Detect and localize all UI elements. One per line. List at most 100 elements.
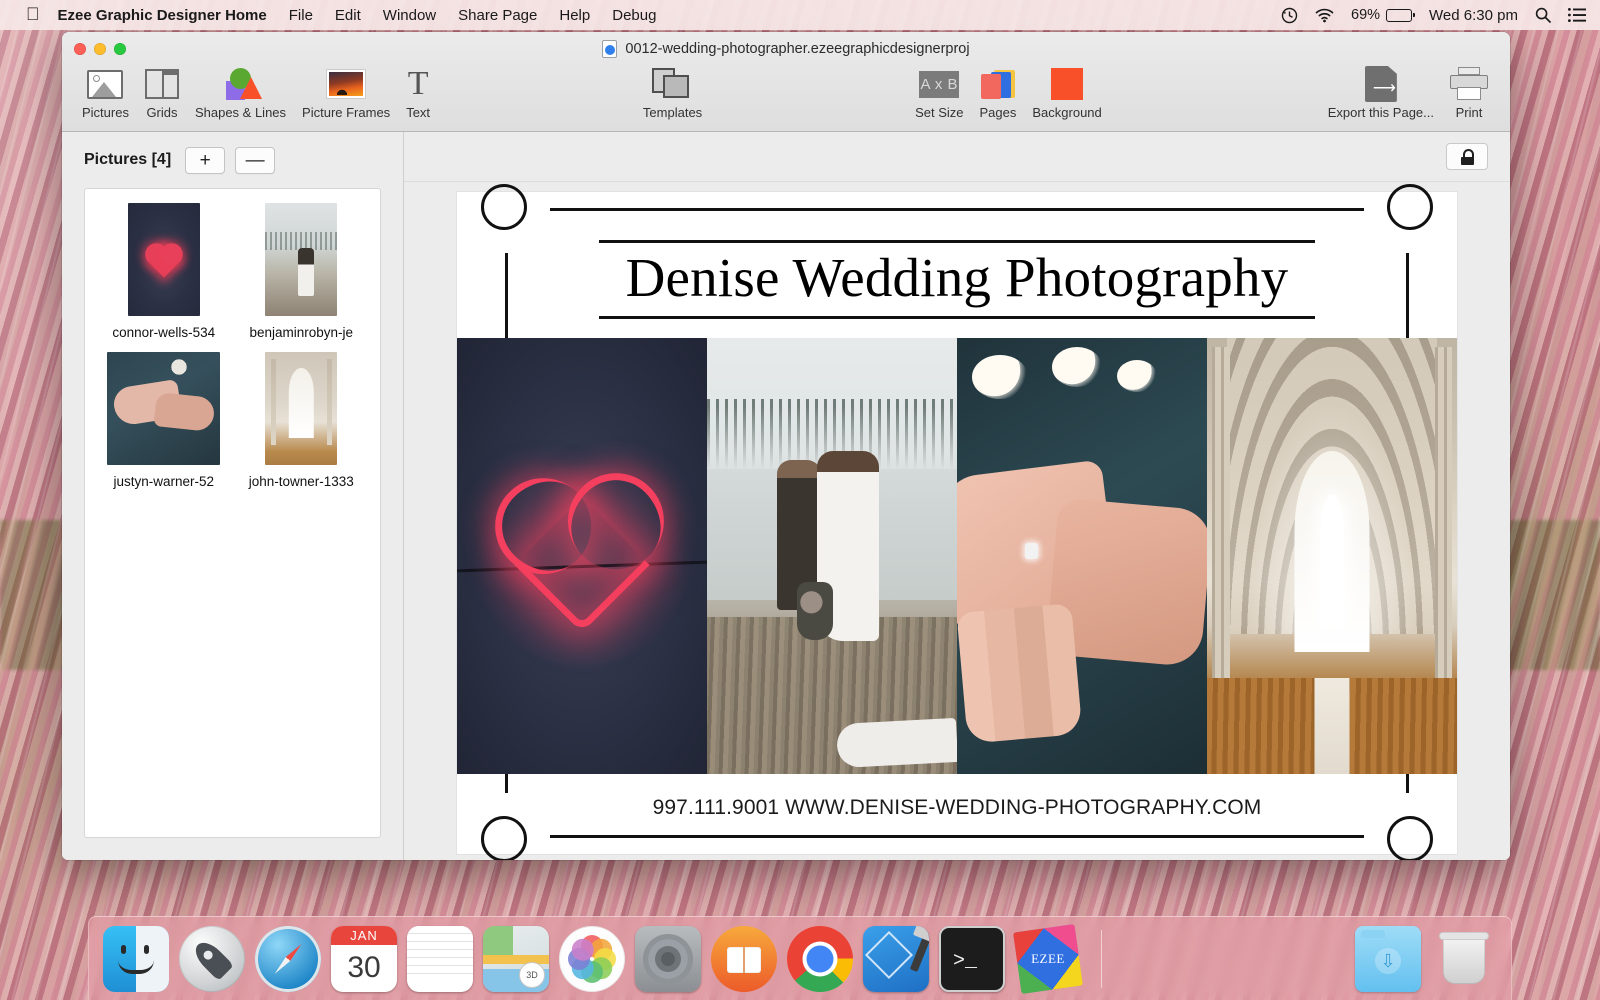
list-item[interactable]: john-towner-1333 (233, 352, 371, 489)
toolbar-button-picture-frames[interactable]: Picture Frames (294, 66, 398, 120)
toolbar-label-pages: Pages (980, 105, 1017, 120)
toolbar-label-pictures: Pictures (82, 105, 129, 120)
dock-item-system-preferences[interactable] (635, 926, 701, 992)
battery-status[interactable]: 69% (1351, 7, 1412, 23)
menu-item-file[interactable]: File (289, 7, 313, 24)
toolbar-label-shapes-lines: Shapes & Lines (195, 105, 286, 120)
toolbar-button-templates[interactable]: Templates (635, 66, 710, 120)
list-item[interactable]: connor-wells-534 (95, 203, 233, 340)
lakeside-couple-kissing-photo[interactable] (707, 338, 957, 774)
design-page[interactable]: Denise Wedding Photography (457, 192, 1457, 854)
menu-bar:  Ezee Graphic Designer Home File Edit W… (0, 0, 1600, 30)
set-size-glyph-label: A x B (919, 71, 959, 98)
window-toolbar: 0012-wedding-photographer.ezeegraphicdes… (62, 32, 1510, 132)
ezee-badge-label: EZEE (1026, 937, 1070, 981)
window-title-text: 0012-wedding-photographer.ezeegraphicdes… (625, 41, 969, 57)
neon-heart-photo[interactable] (457, 338, 707, 774)
text-icon: T (408, 66, 429, 102)
export-page-icon: ⟶ (1365, 66, 1397, 102)
battery-icon (1386, 9, 1412, 22)
canvas-area: Denise Wedding Photography (404, 132, 1510, 860)
toolbar-label-templates: Templates (643, 105, 702, 120)
toolbar-button-pictures[interactable]: Pictures (74, 66, 137, 120)
menubar-app-name[interactable]: Ezee Graphic Designer Home (58, 7, 267, 24)
calendar-month-label: JAN (331, 926, 397, 946)
add-picture-button[interactable]: + (185, 147, 225, 174)
ring-on-finger-photo[interactable] (957, 338, 1207, 774)
toolbar-label-print: Print (1456, 105, 1483, 120)
toolbar-button-print[interactable]: Print (1442, 66, 1496, 120)
dock-item-trash[interactable] (1431, 926, 1497, 992)
dock-item-launchpad[interactable] (179, 926, 245, 992)
dock-item-safari[interactable] (255, 926, 321, 992)
document-icon (602, 40, 617, 58)
background-icon (1051, 66, 1083, 102)
apple-icon[interactable]:  (26, 4, 40, 25)
toolbar-button-shapes-lines[interactable]: Shapes & Lines (187, 66, 294, 120)
title-rule-bottom (599, 316, 1315, 319)
maps-3d-badge: 3D (519, 962, 545, 988)
shapes-lines-icon (220, 66, 262, 102)
menu-item-edit[interactable]: Edit (335, 7, 361, 24)
menu-item-window[interactable]: Window (383, 7, 436, 24)
dock-item-ibooks[interactable] (711, 926, 777, 992)
dock-item-notes[interactable] (407, 926, 473, 992)
grids-icon (145, 66, 179, 102)
lake-couple-thumb (265, 203, 337, 316)
picture-name: john-towner-1333 (233, 474, 371, 489)
page-footer-contact[interactable]: 997.111.9001 WWW.DENISE-WEDDING-PHOTOGRA… (457, 796, 1457, 820)
battery-percent-label: 69% (1351, 7, 1380, 23)
time-machine-icon[interactable] (1281, 7, 1298, 24)
dock-item-photos[interactable] (559, 926, 625, 992)
dock-item-xcode[interactable] (863, 926, 929, 992)
sidebar-header: Pictures [4] + — (62, 132, 403, 188)
dock: JAN 30 3D >_ EZEE ⇩ (88, 916, 1512, 1000)
hands-ring-thumb (107, 352, 220, 465)
toolbar-button-grids[interactable]: Grids (137, 66, 187, 120)
remove-picture-button[interactable]: — (235, 147, 275, 174)
dock-item-chrome[interactable] (787, 926, 853, 992)
dock-separator (1101, 930, 1102, 988)
list-item[interactable]: justyn-warner-52 (95, 352, 233, 489)
sidebar-title: Pictures [4] (84, 151, 171, 169)
photo-strip (457, 338, 1457, 774)
page-title-block[interactable]: Denise Wedding Photography (599, 240, 1315, 319)
toolbar-label-set-size: Set Size (915, 105, 963, 120)
dock-item-terminal[interactable]: >_ (939, 926, 1005, 992)
page-title: Denise Wedding Photography (599, 243, 1315, 317)
dock-item-ezee-graphic-designer[interactable]: EZEE (1015, 926, 1081, 992)
picture-name: justyn-warner-52 (95, 474, 233, 489)
dock-item-maps[interactable]: 3D (483, 926, 549, 992)
toolbar-button-pages[interactable]: Pages (972, 66, 1025, 120)
window-content: Pictures [4] + — connor-wells-534 benjam… (62, 132, 1510, 860)
print-icon (1450, 66, 1488, 102)
pictures-list[interactable]: connor-wells-534 benjaminrobyn-je justyn… (84, 188, 381, 838)
menu-item-help[interactable]: Help (559, 7, 590, 24)
church-interior-photo[interactable] (1207, 338, 1457, 774)
pages-icon (981, 66, 1015, 102)
dock-item-downloads-folder[interactable]: ⇩ (1355, 926, 1421, 992)
picture-frames-icon (327, 66, 365, 102)
unlocked-padlock-icon[interactable] (1446, 143, 1488, 170)
search-icon[interactable] (1535, 7, 1551, 23)
notification-center-icon[interactable] (1568, 8, 1586, 22)
toolbar-button-text[interactable]: T Text (398, 66, 438, 120)
dock-item-calendar[interactable]: JAN 30 (331, 926, 397, 992)
toolbar-label-background: Background (1032, 105, 1101, 120)
terminal-prompt-label: >_ (953, 950, 977, 973)
pictures-icon (87, 66, 123, 102)
menu-item-debug[interactable]: Debug (612, 7, 656, 24)
toolbar-button-export-page[interactable]: ⟶ Export this Page... (1320, 66, 1442, 120)
toolbar-button-background[interactable]: Background (1024, 66, 1109, 120)
dock-item-finder[interactable] (103, 926, 169, 992)
toolbar-label-grids: Grids (146, 105, 177, 120)
wifi-icon[interactable] (1315, 8, 1334, 23)
menu-item-share-page[interactable]: Share Page (458, 7, 537, 24)
menubar-clock[interactable]: Wed 6:30 pm (1429, 7, 1518, 24)
set-size-icon: A x B (919, 66, 959, 102)
pictures-sidebar: Pictures [4] + — connor-wells-534 benjam… (62, 132, 404, 860)
list-item[interactable]: benjaminrobyn-je (233, 203, 371, 340)
picture-name: connor-wells-534 (95, 325, 233, 340)
church-interior-thumb (265, 352, 337, 465)
toolbar-button-set-size[interactable]: A x B Set Size (907, 66, 971, 120)
